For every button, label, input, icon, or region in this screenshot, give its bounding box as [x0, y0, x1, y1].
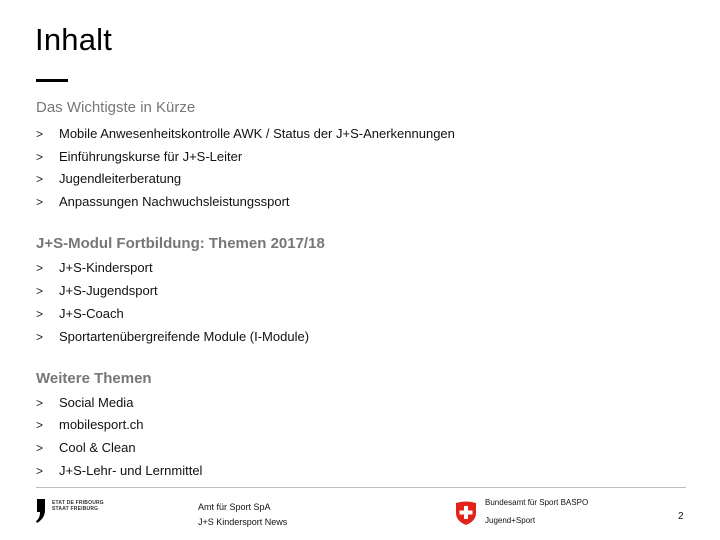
list-item: > J+S-Coach [36, 306, 124, 321]
chevron-right-icon: > [36, 150, 44, 164]
fribourg-logo-line2: STAAT FREIBURG [52, 506, 99, 512]
chevron-right-icon: > [36, 127, 44, 141]
chevron-right-icon: > [36, 441, 44, 455]
list-item: > Jugendleiterberatung [36, 171, 181, 186]
footer-organization: Amt für Sport SpA J+S Kindersport News [198, 500, 287, 530]
list-item-label: J+S-Jugendsport [59, 283, 158, 298]
list-item: > Cool & Clean [36, 440, 136, 455]
list-item-label: J+S-Lehr- und Lernmittel [59, 463, 203, 478]
list-item: > J+S-Lehr- und Lernmittel [36, 463, 202, 478]
section-heading-wichtigste: Das Wichtigste in Kürze [36, 99, 196, 116]
section-heading-weitere-themen: Weitere Themen [36, 370, 152, 387]
page-title: Inhalt [35, 22, 113, 57]
footer-org-name: Amt für Sport SpA [198, 502, 271, 512]
list-item: > J+S-Jugendsport [36, 283, 158, 298]
list-item: > Mobile Anwesenheitskontrolle AWK / Stat… [36, 126, 455, 141]
list-item: > Social Media [36, 395, 133, 410]
list-item: > Einführungskurse für J+S-Leiter [36, 149, 242, 164]
chevron-right-icon: > [36, 284, 44, 298]
footer-baspo: Bundesamt für Sport BASPO [485, 498, 589, 507]
list-item-label: J+S-Coach [59, 306, 124, 321]
list-item-label: Cool & Clean [59, 440, 136, 455]
chevron-right-icon: > [36, 330, 44, 344]
list-item-label: Jugendleiterberatung [59, 171, 182, 186]
list-item-label: mobilesport.ch [59, 417, 144, 432]
chevron-right-icon: > [36, 464, 44, 478]
list-item-label: Mobile Anwesenheitskontrolle AWK / Statu… [59, 126, 455, 141]
chevron-right-icon: > [36, 396, 44, 410]
chevron-right-icon: > [36, 195, 44, 209]
fribourg-logo-text: ETAT DE FRIBOURG STAAT FREIBURG [52, 500, 104, 512]
footer-jugend-sport: Jugend+Sport [485, 516, 536, 525]
list-item-label: J+S-Kindersport [59, 260, 153, 275]
chevron-right-icon: > [36, 261, 44, 275]
list-item-label: Anpassungen Nachwuchsleistungssport [59, 194, 290, 209]
list-item-label: Sportartenübergreifende Module (I-Module… [59, 329, 310, 344]
list-item: > mobilesport.ch [36, 417, 144, 432]
chevron-right-icon: > [36, 418, 44, 432]
list-item-label: Einführungskurse für J+S-Leiter [59, 149, 243, 164]
fribourg-comma-icon [36, 499, 45, 523]
section-heading-modul-fortbildung: J+S-Modul Fortbildung: Themen 2017/18 [36, 235, 325, 252]
swiss-shield-icon [456, 501, 476, 525]
footer-newsletter-name: J+S Kindersport News [198, 517, 288, 527]
list-item: > Sportartenübergreifende Module (I-Modul… [36, 329, 309, 344]
list-item-label: Social Media [59, 395, 134, 410]
title-underline [36, 79, 68, 82]
list-item: > Anpassungen Nachwuchsleistungssport [36, 194, 290, 209]
list-item: > J+S-Kindersport [36, 260, 153, 275]
chevron-right-icon: > [36, 172, 44, 186]
footer-divider [36, 487, 686, 488]
page-number: 2 [678, 511, 684, 522]
chevron-right-icon: > [36, 307, 44, 321]
